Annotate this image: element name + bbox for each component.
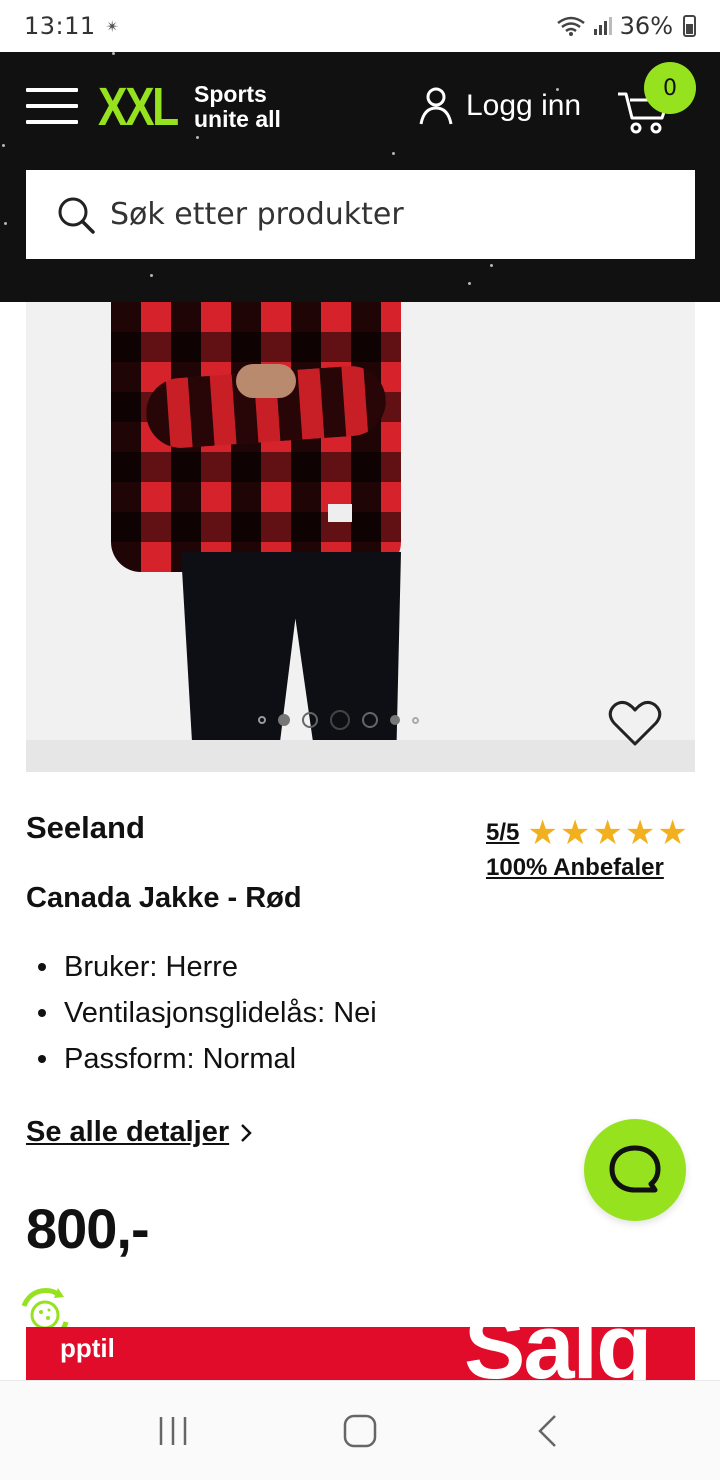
product-image-hand: [236, 364, 296, 398]
product-brand[interactable]: Seeland: [26, 810, 145, 846]
status-bar: 13:11 ✴ 36%: [0, 0, 720, 52]
rating-score: 5/5: [486, 819, 520, 846]
star-icon: ★: [527, 813, 558, 853]
sale-big-text: Salg: [464, 1327, 652, 1380]
status-right: 36%: [556, 12, 696, 40]
feature-item: Ventilasjonsglidelås: Nei: [38, 990, 377, 1036]
chat-button[interactable]: [584, 1119, 686, 1221]
carousel-dot[interactable]: [258, 716, 266, 724]
star-icon: ★: [657, 813, 688, 853]
user-icon: [419, 87, 453, 125]
logo-tagline-line1: Sports: [194, 81, 267, 107]
feature-item: Bruker: Herre: [38, 944, 377, 990]
carousel-dot[interactable]: [362, 712, 378, 728]
feature-text: Passform: Normal: [64, 1043, 297, 1075]
logo-tagline: Sports unite all: [194, 82, 281, 132]
system-nav-bar: [0, 1380, 720, 1480]
logo-tagline-line2: unite all: [194, 106, 281, 132]
sale-banner[interactable]: pptil Salg: [26, 1327, 695, 1380]
logo-mark: XXL: [98, 77, 179, 137]
search-input[interactable]: Søk etter produkter: [26, 170, 695, 259]
product-features: Bruker: Herre Ventilasjonsglidelås: Nei …: [38, 944, 377, 1082]
login-button[interactable]: Logg inn: [418, 86, 581, 126]
star-icon: ★: [559, 813, 591, 853]
feature-item: Passform: Normal: [38, 1036, 377, 1082]
recommend-link[interactable]: 100% Anbefaler: [486, 854, 664, 882]
carousel-dot[interactable]: [390, 715, 400, 725]
carousel-dot[interactable]: [302, 712, 318, 728]
product-title: Canada Jakke - Rød: [26, 882, 302, 914]
wifi-icon: [556, 16, 585, 36]
carousel-dots[interactable]: [258, 710, 419, 730]
chat-icon: [609, 1145, 661, 1193]
product-image-carousel[interactable]: [26, 302, 695, 772]
home-button[interactable]: [330, 1401, 390, 1461]
home-icon: [343, 1414, 377, 1447]
heart-icon: [608, 700, 662, 746]
menu-button[interactable]: [26, 88, 78, 126]
product-rating[interactable]: 5/5 ★ ★ ★ ★ ★: [486, 816, 688, 850]
battery-icon: [683, 15, 696, 37]
login-label: Logg inn: [466, 89, 582, 122]
carousel-dot[interactable]: [412, 716, 419, 724]
sale-upto-text: pptil: [60, 1333, 115, 1363]
feature-text: Ventilasjonsglidelås: Nei: [64, 997, 377, 1029]
battery-percent: 36%: [619, 12, 673, 40]
search-placeholder: Søk etter produkter: [110, 197, 404, 232]
back-button[interactable]: [517, 1401, 577, 1461]
feature-text: Bruker: Herre: [64, 951, 239, 983]
product-price: 800,-: [26, 1197, 150, 1260]
carousel-dot-active[interactable]: [330, 710, 350, 730]
star-icon: ★: [624, 813, 656, 853]
notification-icon: ✴: [105, 16, 120, 36]
image-bottom-strip: [26, 740, 695, 772]
cart-count-badge[interactable]: 0: [644, 62, 696, 114]
back-icon: [537, 1414, 556, 1447]
recent-apps-icon: [160, 1416, 187, 1445]
xxl-logo[interactable]: XXL Sports unite all: [98, 77, 281, 137]
status-time: 13:11: [24, 12, 96, 40]
search-icon: [58, 197, 95, 234]
favorite-button[interactable]: [608, 700, 662, 748]
see-all-details-link[interactable]: Se alle detaljer: [26, 1116, 253, 1149]
carousel-dot[interactable]: [278, 714, 290, 726]
star-icon: ★: [592, 813, 623, 853]
product-image-label: [328, 504, 352, 522]
chevron-right-icon: [241, 1123, 252, 1142]
signal-icon: [593, 17, 612, 35]
rating-stars: ★ ★ ★ ★ ★: [527, 816, 687, 850]
recent-apps-button[interactable]: [143, 1401, 203, 1461]
site-header: XXL Sports unite all Logg inn 0 Søk ette…: [0, 52, 720, 302]
details-link-label: Se alle detaljer: [26, 1116, 230, 1148]
